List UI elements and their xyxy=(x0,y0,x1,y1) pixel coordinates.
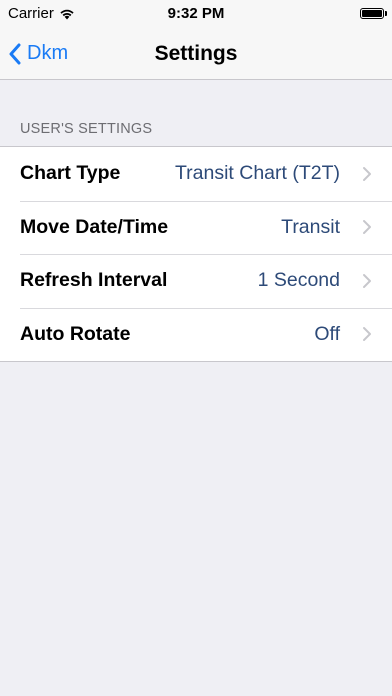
chevron-right-icon xyxy=(363,166,371,181)
row-value: 1 Second xyxy=(257,269,340,292)
settings-row-chart-type[interactable]: Chart Type Transit Chart (T2T) xyxy=(0,147,392,201)
chevron-right-icon xyxy=(363,327,371,342)
navigation-bar: Dkm Settings xyxy=(0,28,392,80)
settings-row-refresh-interval[interactable]: Refresh Interval 1 Second xyxy=(0,254,392,308)
row-label: Chart Type xyxy=(20,162,121,185)
row-value: Transit xyxy=(281,215,340,238)
settings-row-auto-rotate[interactable]: Auto Rotate Off xyxy=(0,307,392,362)
battery-level xyxy=(362,10,382,17)
status-bar: Carrier 9:32 PM xyxy=(0,0,392,28)
row-label: Move Date/Time xyxy=(20,215,169,238)
chevron-right-icon xyxy=(363,273,371,288)
row-value: Transit Chart (T2T) xyxy=(174,162,340,185)
section-header: USER'S SETTINGS xyxy=(20,121,153,137)
battery-icon xyxy=(360,8,387,19)
battery-nub xyxy=(385,11,387,16)
row-value: Off xyxy=(314,322,340,345)
row-label: Refresh Interval xyxy=(20,269,168,292)
row-label: Auto Rotate xyxy=(20,322,131,345)
settings-row-move-date-time[interactable]: Move Date/Time Transit xyxy=(0,200,392,255)
settings-group: Chart Type Transit Chart (T2T) Move Date… xyxy=(0,146,392,362)
chevron-right-icon xyxy=(363,220,371,235)
page-title: Settings xyxy=(154,42,238,65)
status-time: 9:32 PM xyxy=(167,5,225,22)
